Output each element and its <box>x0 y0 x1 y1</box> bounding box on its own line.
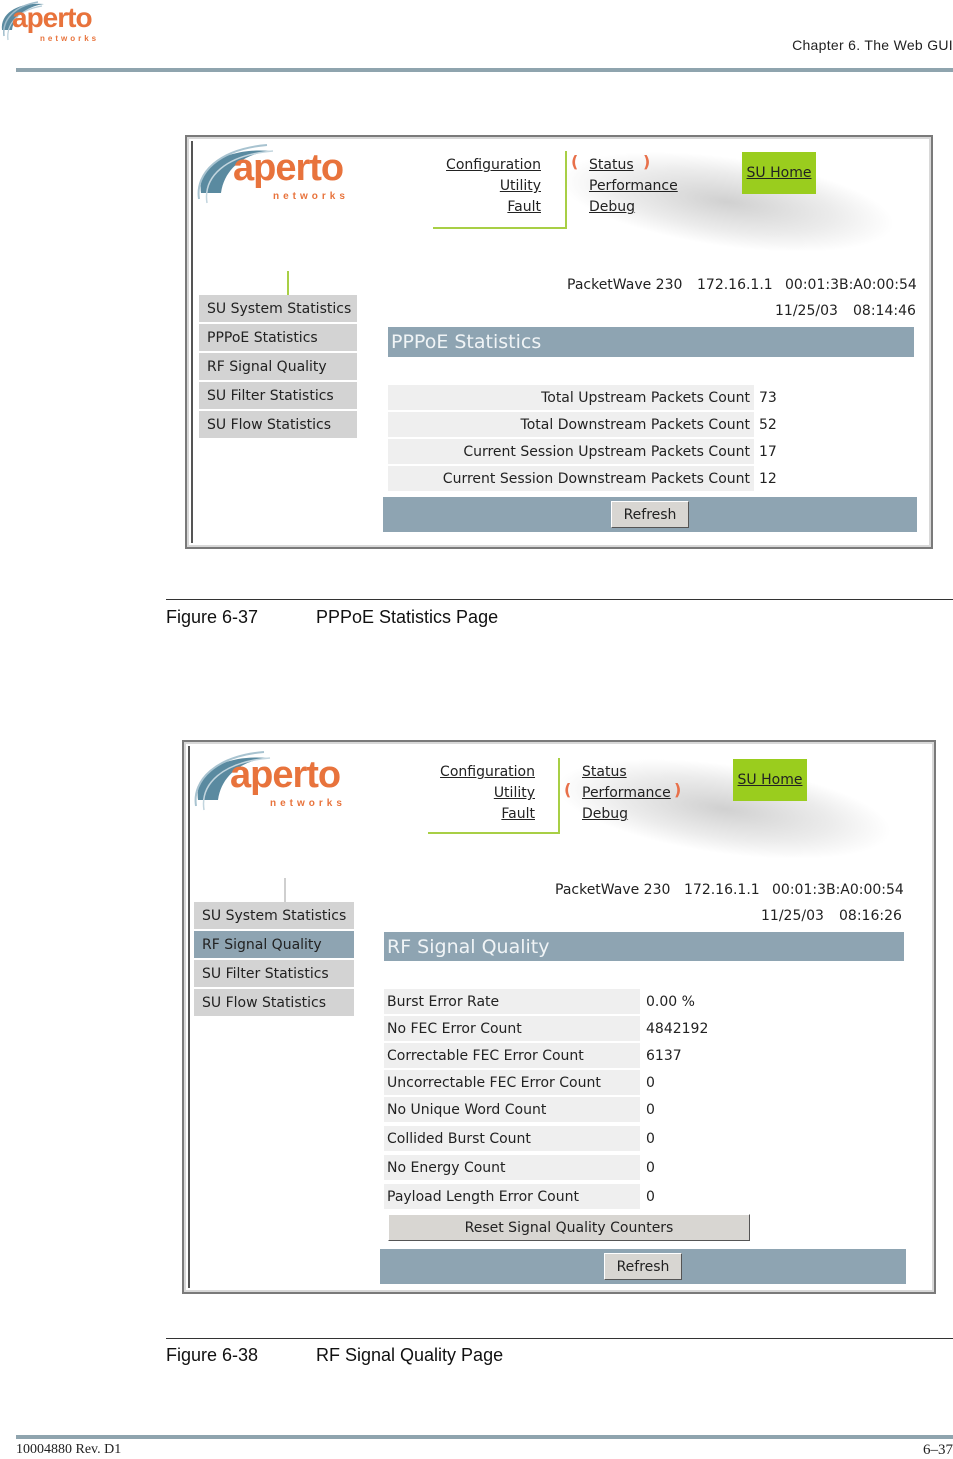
stat-label: Correctable FEC Error Count <box>384 1043 640 1068</box>
caption-rule <box>166 599 953 600</box>
su-home-button[interactable]: SU Home <box>733 759 807 801</box>
panel-title: PPPoE Statistics <box>388 327 914 357</box>
device-model: PacketWave 230 <box>555 882 671 898</box>
stat-value: 0 <box>646 1130 655 1147</box>
caption-rule <box>166 1338 953 1339</box>
reset-signal-quality-counters-button[interactable]: Reset Signal Quality Counters <box>388 1214 750 1241</box>
stat-value: 0 <box>646 1188 655 1205</box>
nav-fault[interactable]: Fault <box>445 197 541 218</box>
sidebar-item-su-system-statistics[interactable]: SU System Statistics <box>194 902 354 931</box>
logo-word: aperto <box>233 147 344 189</box>
selected-left-bracket-icon: ( <box>564 780 572 799</box>
nav-divider <box>558 758 560 834</box>
nav-debug[interactable]: Debug <box>582 804 682 825</box>
nav-underline <box>433 227 567 229</box>
nav-configuration[interactable]: Configuration <box>445 155 541 176</box>
nav-status[interactable]: Status <box>582 762 682 783</box>
nav-status[interactable]: Status <box>589 155 689 176</box>
page-logo: aperto networks <box>0 0 120 50</box>
chapter-title: Chapter 6. The Web GUI <box>792 37 953 53</box>
stat-label: Total Upstream Packets Count <box>388 385 754 410</box>
stat-value: 6137 <box>646 1047 682 1064</box>
stat-label: Total Downstream Packets Count <box>388 412 754 437</box>
stat-value: 0.00 % <box>646 993 695 1010</box>
nav-underline <box>428 832 560 834</box>
aperto-logo: aperto networks <box>195 143 365 209</box>
nav-divider <box>565 151 567 229</box>
nav-performance[interactable]: Performance <box>589 176 689 197</box>
nav-configuration[interactable]: Configuration <box>438 762 535 783</box>
refresh-button[interactable]: Refresh <box>604 1253 682 1280</box>
stat-label: Current Session Upstream Packets Count <box>388 439 754 464</box>
nav-fault[interactable]: Fault <box>438 804 535 825</box>
screenshot-rf-signal-quality: aperto networks Configuration Utility Fa… <box>182 740 936 1294</box>
figure-number: Figure 6-37 <box>166 607 259 627</box>
sidebar-item-su-flow-statistics[interactable]: SU Flow Statistics <box>194 989 354 1018</box>
figure-title: RF Signal Quality Page <box>316 1345 504 1365</box>
panel-title: RF Signal Quality <box>384 932 904 961</box>
figure-title: PPPoE Statistics Page <box>316 607 499 627</box>
stat-value: 0 <box>646 1074 655 1091</box>
sidebar-item-su-filter-statistics[interactable]: SU Filter Statistics <box>194 960 354 989</box>
stat-label: No Energy Count <box>384 1155 640 1180</box>
device-ip: 172.16.1.1 <box>684 882 760 898</box>
device-time: 08:14:46 <box>853 303 916 319</box>
stat-value: 52 <box>759 416 777 433</box>
logo-word: aperto <box>230 754 341 796</box>
selected-left-bracket-icon: ( <box>571 152 579 171</box>
sidebar-item-su-filter-statistics[interactable]: SU Filter Statistics <box>199 382 357 411</box>
stat-label: Current Session Downstream Packets Count <box>388 466 754 491</box>
aperto-logo: aperto networks <box>192 750 362 816</box>
stat-label: Burst Error Rate <box>384 989 640 1014</box>
su-home-button[interactable]: SU Home <box>742 152 816 194</box>
sidebar-item-su-flow-statistics[interactable]: SU Flow Statistics <box>199 411 357 440</box>
logo-word: aperto <box>12 2 93 33</box>
device-time: 08:16:26 <box>839 908 902 924</box>
stat-label: No FEC Error Count <box>384 1016 640 1041</box>
stat-value: 17 <box>759 443 777 460</box>
logo-sub: networks <box>273 191 349 202</box>
nav-right: Status Performance Debug <box>589 155 689 218</box>
logo-sub: networks <box>40 34 100 43</box>
nav-utility[interactable]: Utility <box>445 176 541 197</box>
footer-rule <box>16 1435 953 1439</box>
sidebar-connector <box>287 271 289 295</box>
page-number: 6–37 <box>923 1442 953 1458</box>
device-date: 11/25/03 <box>761 908 824 924</box>
nav-right: Status Performance Debug <box>582 762 682 825</box>
logo-sub: networks <box>270 798 346 809</box>
device-ip: 172.16.1.1 <box>697 277 773 293</box>
nav-utility[interactable]: Utility <box>438 783 535 804</box>
screenshot-pppoe-statistics: aperto networks Configuration Utility Fa… <box>185 135 933 549</box>
nav-performance[interactable]: Performance <box>582 783 682 804</box>
stat-label: Collided Burst Count <box>384 1126 640 1151</box>
stat-value: 0 <box>646 1101 655 1118</box>
header-rule <box>16 68 953 72</box>
device-mac: 00:01:3B:A0:00:54 <box>772 882 904 898</box>
device-mac: 00:01:3B:A0:00:54 <box>785 277 917 293</box>
nav-debug[interactable]: Debug <box>589 197 689 218</box>
device-date: 11/25/03 <box>775 303 838 319</box>
nav-left: Configuration Utility Fault <box>438 762 535 825</box>
selected-right-bracket-icon: ) <box>674 780 682 799</box>
device-model: PacketWave 230 <box>567 277 683 293</box>
figure-number: Figure 6-38 <box>166 1345 259 1365</box>
sidebar-item-rf-signal-quality[interactable]: RF Signal Quality <box>199 353 357 382</box>
document-id: 10004880 Rev. D1 <box>16 1442 122 1457</box>
sidebar-item-pppoe-statistics[interactable]: PPPoE Statistics <box>199 324 357 353</box>
stat-label: No Unique Word Count <box>384 1097 640 1122</box>
stat-value: 73 <box>759 389 777 406</box>
selected-right-bracket-icon: ) <box>643 152 651 171</box>
nav-left: Configuration Utility Fault <box>445 155 541 218</box>
sidebar-item-su-system-statistics[interactable]: SU System Statistics <box>199 295 357 324</box>
stat-label: Payload Length Error Count <box>384 1184 640 1209</box>
stat-value: 0 <box>646 1159 655 1176</box>
stat-value: 12 <box>759 470 777 487</box>
stat-value: 4842192 <box>646 1020 709 1037</box>
refresh-button[interactable]: Refresh <box>611 501 689 528</box>
sidebar-item-rf-signal-quality[interactable]: RF Signal Quality <box>194 931 354 960</box>
sidebar-connector <box>284 878 286 902</box>
stat-label: Uncorrectable FEC Error Count <box>384 1070 640 1095</box>
